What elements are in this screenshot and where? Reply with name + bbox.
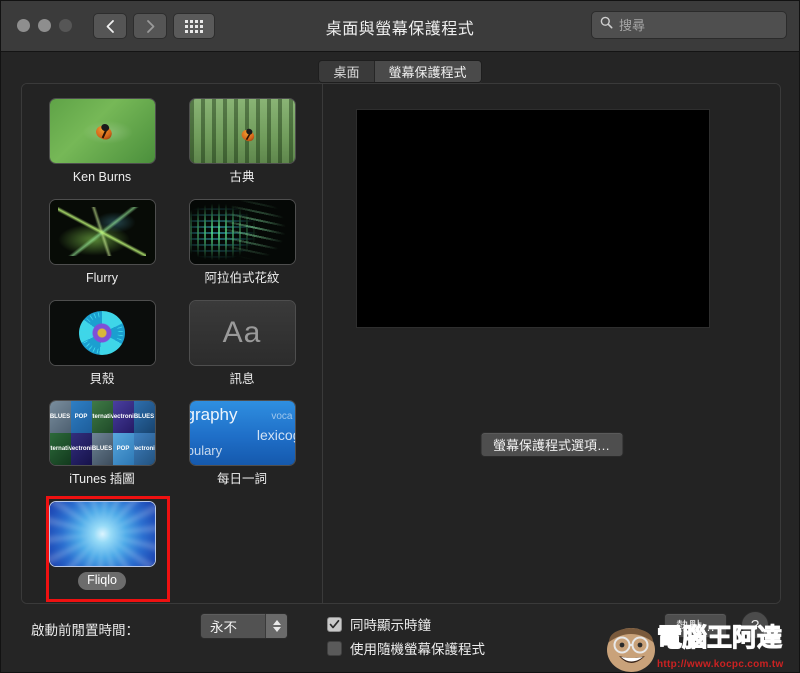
- arabesque-art-icon: [190, 200, 295, 264]
- album-tile: Alternative: [92, 401, 113, 433]
- list-item[interactable]: 阿拉伯式花紋: [172, 199, 312, 288]
- idle-time-label: 啟動前閒置時間：: [31, 619, 139, 639]
- list-item-label: Ken Burns: [64, 169, 140, 187]
- album-tile: electronic: [113, 401, 134, 433]
- album-tile: BLUES: [92, 433, 113, 465]
- random-screensaver-checkbox-row[interactable]: 使用隨機螢幕保護程式: [327, 638, 485, 658]
- album-tile: electronic: [134, 433, 155, 465]
- list-item-label: 每日一詞: [208, 471, 276, 489]
- help-button[interactable]: ?: [741, 611, 769, 639]
- art-word-text: abulary: [190, 443, 223, 458]
- window-titlebar: 桌面與螢幕保護程式: [1, 1, 799, 52]
- list-item[interactable]: Aa 訊息: [172, 300, 312, 389]
- search-input[interactable]: [619, 18, 778, 33]
- system-preferences-window: 桌面與螢幕保護程式 桌面 螢幕保護程式 Ken Burns: [0, 0, 800, 673]
- message-art-icon: Aa: [190, 301, 295, 365]
- fliqlo-art-icon: [50, 502, 155, 566]
- tab-group: 桌面 螢幕保護程式: [318, 60, 481, 83]
- screensaver-thumbnail[interactable]: graphy voca lexicog abulary: [189, 400, 296, 466]
- art-word-text: voca: [271, 411, 292, 422]
- screensaver-thumbnail[interactable]: [189, 98, 296, 164]
- album-tile: POP: [113, 433, 134, 465]
- hot-corners-button[interactable]: 熱點…: [664, 613, 727, 638]
- album-tile: BLUES: [50, 401, 71, 433]
- tab-desktop[interactable]: 桌面: [319, 61, 373, 82]
- show-clock-checkbox-row[interactable]: 同時顯示時鐘: [327, 614, 431, 634]
- flurry-art-icon: [50, 200, 155, 264]
- list-item[interactable]: 貝殼: [32, 300, 172, 389]
- list-item-fliqlo[interactable]: Fliqlo: [32, 501, 172, 590]
- screensaver-thumbnail[interactable]: Aa: [189, 300, 296, 366]
- list-item-label: 貝殼: [80, 371, 123, 389]
- list-item[interactable]: BLUES POP Alternative electronic BLUES A…: [32, 400, 172, 489]
- screensaver-thumbnail[interactable]: [49, 300, 156, 366]
- album-tile: POP: [71, 401, 92, 433]
- shell-art-icon: [50, 301, 155, 365]
- album-tile: electronic: [71, 433, 92, 465]
- screensaver-thumbnail[interactable]: [49, 501, 156, 567]
- list-item-label: 古典: [220, 169, 263, 187]
- tab-screensaver[interactable]: 螢幕保護程式: [374, 61, 481, 82]
- bottom-controls: 啟動前閒置時間： 永不 同時顯示時鐘 使用隨機螢幕保護程式 熱點… ?: [21, 605, 779, 661]
- screensaver-thumbnail[interactable]: [189, 199, 296, 265]
- list-item-label: Fliqlo: [78, 572, 126, 590]
- random-screensaver-checkbox[interactable]: [327, 641, 342, 656]
- show-clock-checkbox[interactable]: [327, 617, 342, 632]
- stepper-icon[interactable]: [265, 614, 287, 638]
- list-item-label: 阿拉伯式花紋: [195, 270, 288, 288]
- art-word-text: lexicog: [257, 427, 295, 443]
- search-icon: [600, 16, 613, 34]
- word-of-day-art-icon: graphy voca lexicog abulary: [190, 401, 295, 465]
- checkmark-icon: [329, 619, 340, 630]
- chevron-up-icon: [273, 620, 281, 625]
- list-item[interactable]: Ken Burns: [32, 98, 172, 187]
- screensaver-thumbnail[interactable]: BLUES POP Alternative electronic BLUES A…: [49, 400, 156, 466]
- screensaver-options-button[interactable]: 螢幕保護程式選項…: [480, 432, 623, 457]
- chevron-down-icon: [273, 627, 281, 632]
- itunes-art-icon: BLUES POP Alternative electronic BLUES A…: [50, 401, 155, 465]
- list-item-label: 訊息: [220, 371, 263, 389]
- screensaver-list[interactable]: Ken Burns 古典 Flurry: [22, 84, 323, 603]
- preview-column: 螢幕保護程式選項…: [323, 84, 780, 603]
- list-item[interactable]: graphy voca lexicog abulary 每日一詞: [172, 400, 312, 489]
- screensaver-thumbnail[interactable]: [49, 98, 156, 164]
- screensaver-grid: Ken Burns 古典 Flurry: [22, 98, 322, 590]
- list-item-label: iTunes 插圖: [60, 471, 144, 489]
- list-item-label: Flurry: [77, 270, 127, 288]
- show-clock-label: 同時顯示時鐘: [350, 614, 431, 634]
- random-screensaver-label: 使用隨機螢幕保護程式: [350, 638, 485, 658]
- preferences-panel: Ken Burns 古典 Flurry: [21, 83, 781, 604]
- list-item[interactable]: 古典: [172, 98, 312, 187]
- search-field[interactable]: [591, 11, 787, 39]
- idle-time-select[interactable]: 永不: [200, 613, 288, 639]
- screensaver-preview[interactable]: [356, 109, 710, 328]
- album-tile: BLUES: [134, 401, 155, 433]
- album-tile: Alternative: [50, 433, 71, 465]
- art-word-text: graphy: [190, 405, 238, 425]
- list-item[interactable]: Flurry: [32, 199, 172, 288]
- idle-time-value: 永不: [201, 616, 265, 636]
- screensaver-thumbnail[interactable]: [49, 199, 156, 265]
